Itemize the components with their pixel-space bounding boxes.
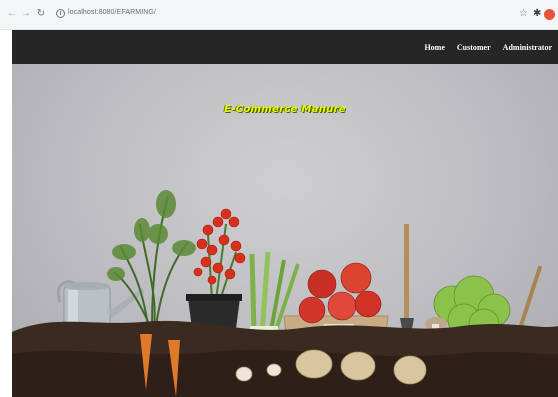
reload-icon[interactable]: ↻ — [35, 8, 47, 20]
left-gutter — [0, 30, 12, 397]
forward-arrow-icon[interactable]: → — [20, 8, 32, 20]
nav-link-home[interactable]: Home — [424, 43, 444, 52]
extensions-puzzle-icon[interactable]: ✱ — [533, 8, 541, 20]
site-navbar: Home Customer Administrator — [12, 30, 558, 64]
carrot-foliage — [107, 190, 196, 281]
nav-link-customer[interactable]: Customer — [457, 43, 491, 52]
nav-menu: Home Customer Administrator — [424, 30, 552, 64]
address-bar[interactable]: localhost:8080/EFARMING/ — [52, 6, 502, 23]
hero-title: E-Commerce Manure — [224, 104, 346, 115]
site-info-icon[interactable] — [56, 9, 65, 18]
back-arrow-icon[interactable]: ← — [6, 8, 18, 20]
bookmark-star-icon[interactable]: ☆ — [519, 8, 528, 20]
url-text[interactable]: localhost:8080/EFARMING/ — [68, 9, 156, 16]
nav-link-administrator[interactable]: Administrator — [503, 43, 552, 52]
browser-toolbar: ← → ↻ localhost:8080/EFARMING/ ☆ ✱ — [0, 0, 558, 30]
profile-avatar[interactable] — [544, 9, 555, 20]
hero-banner: E-Commerce Manure — [12, 64, 558, 397]
